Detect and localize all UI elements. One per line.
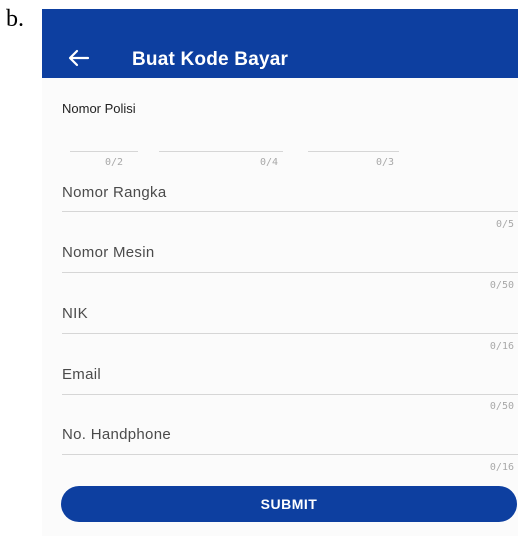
- email-label: Email: [62, 366, 102, 383]
- nik-label: NIK: [62, 305, 88, 322]
- nomor-rangka-input[interactable]: [62, 211, 518, 212]
- phone-screen: Buat Kode Bayar Nomor Polisi 0/2 0/4 0/3…: [42, 9, 518, 536]
- nomor-polisi-label: Nomor Polisi: [62, 101, 136, 116]
- email-counter: 0/50: [489, 401, 514, 412]
- email-input[interactable]: [62, 394, 518, 395]
- nik-counter: 0/16: [489, 341, 514, 352]
- nomor-mesin-input[interactable]: [62, 272, 518, 273]
- page-title: Buat Kode Bayar: [132, 49, 289, 70]
- nomor-mesin-counter: 0/50: [489, 280, 514, 291]
- figure-label: b.: [6, 6, 24, 32]
- no-handphone-label: No. Handphone: [62, 426, 171, 443]
- nomor-mesin-label: Nomor Mesin: [62, 244, 155, 261]
- nomor-rangka-counter: 0/5: [495, 219, 514, 230]
- no-handphone-counter: 0/16: [489, 462, 514, 473]
- nomor-polisi-segment-1-counter: 0/2: [105, 157, 124, 168]
- nomor-polisi-segment-3-counter: 0/3: [376, 157, 395, 168]
- nomor-polisi-segment-3-input[interactable]: [308, 151, 399, 152]
- back-button[interactable]: [66, 45, 92, 71]
- submit-button[interactable]: SUBMIT: [61, 486, 517, 522]
- no-handphone-input[interactable]: [62, 454, 518, 455]
- nomor-polisi-segment-2-input[interactable]: [159, 151, 283, 152]
- nomor-polisi-segment-2-counter: 0/4: [260, 157, 279, 168]
- nik-input[interactable]: [62, 333, 518, 334]
- nomor-rangka-label: Nomor Rangka: [62, 184, 167, 201]
- arrow-left-icon: [68, 49, 90, 67]
- nomor-polisi-segment-1-input[interactable]: [70, 151, 138, 152]
